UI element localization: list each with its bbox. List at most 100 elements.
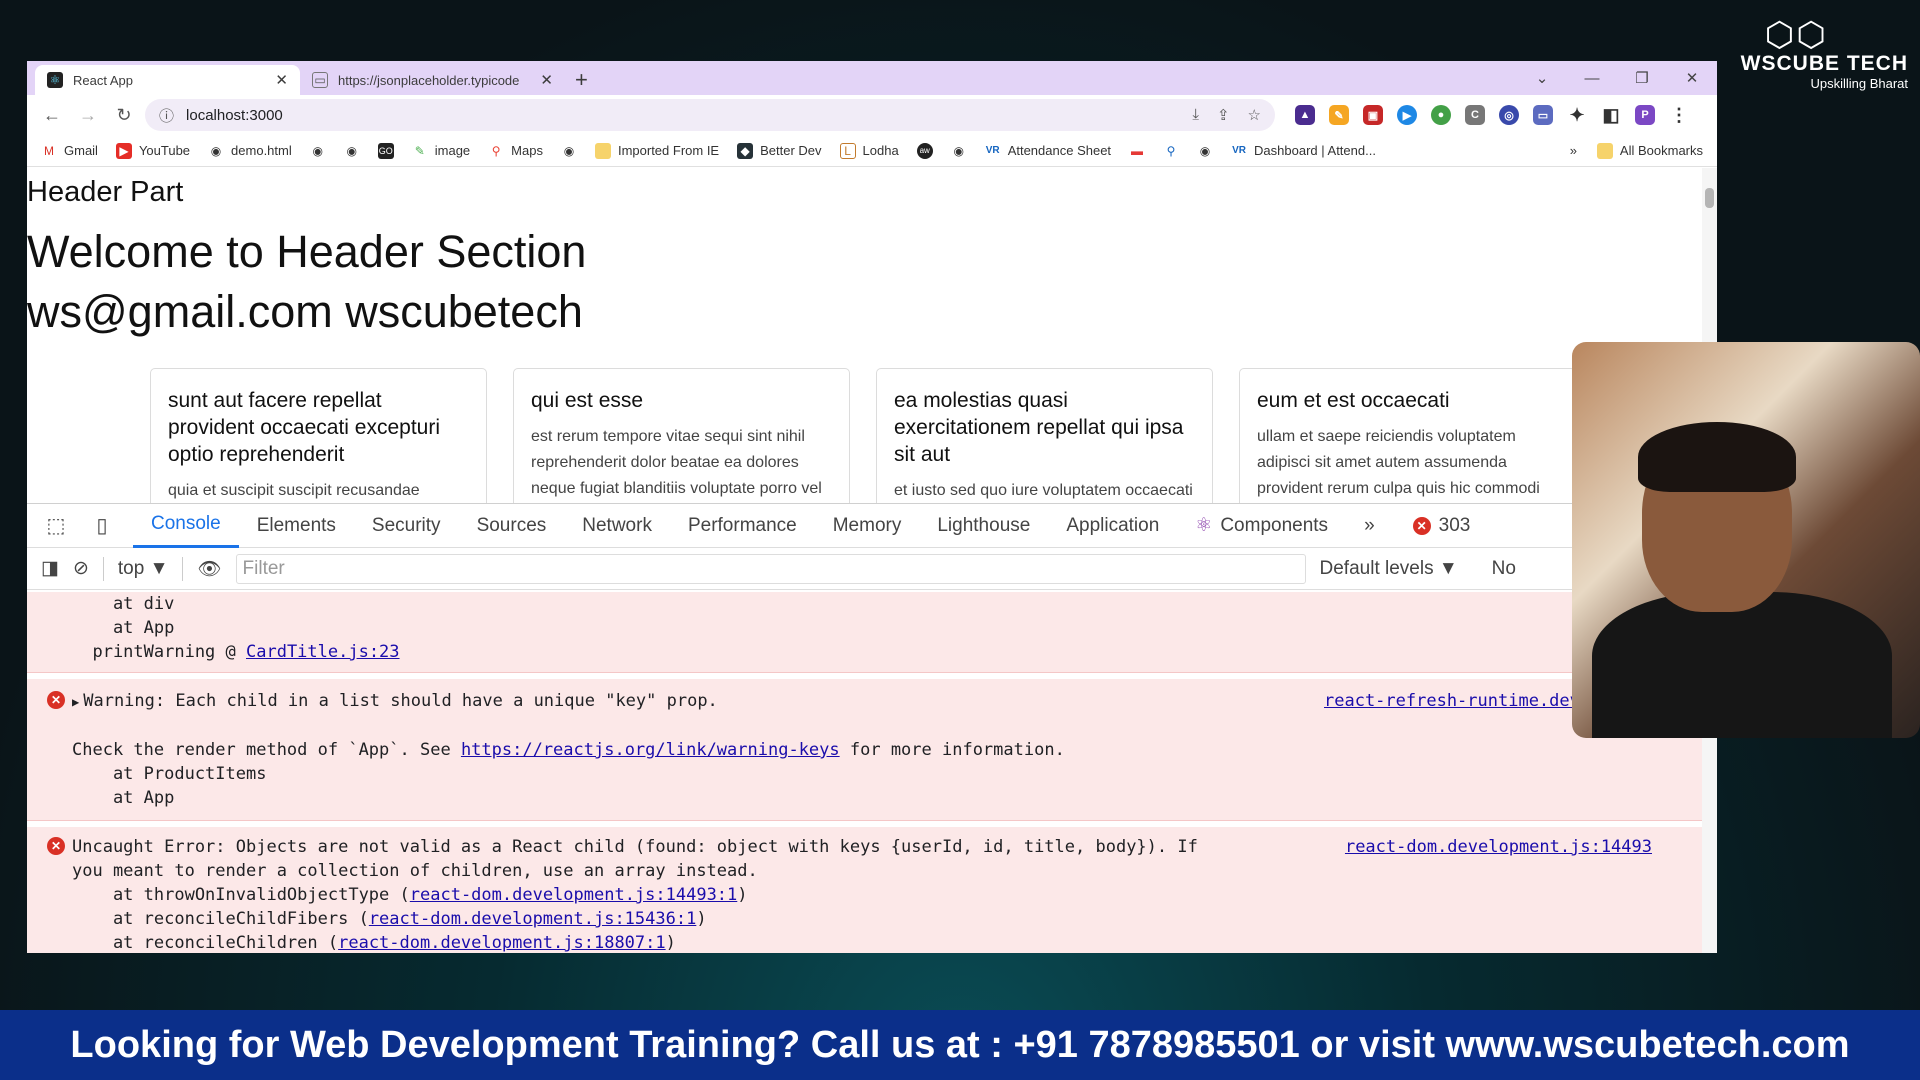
bookmark-attendance[interactable]: VR Attendance Sheet [985,143,1111,159]
bookmark-aw[interactable]: aw [916,142,933,159]
bookmark-globe[interactable]: ◉ [310,143,326,159]
side-panel-icon[interactable]: ◧ [1601,105,1621,125]
bookmark-globe[interactable]: ◉ [561,143,577,159]
close-icon[interactable]: ✕ [275,71,288,89]
install-icon[interactable]: ⤓ [1192,106,1199,124]
star-icon[interactable]: ☆ [1248,106,1261,124]
globe-icon: ◉ [953,143,964,158]
tab-react-app[interactable]: ⚛ React App ✕ [35,65,300,95]
tab-application[interactable]: Application [1048,504,1177,548]
bookmark-search[interactable]: ⚲ [1163,143,1179,159]
puzzle-icon[interactable]: ✦ [1567,105,1587,125]
tab-performance[interactable]: Performance [670,504,815,548]
folder-icon [1596,142,1613,159]
stack-line: at reconcileChildFibers (react-dom.devel… [72,909,707,929]
extension-icon[interactable]: ▭ [1533,105,1553,125]
minimize-button[interactable]: — [1567,61,1617,95]
bookmark-red[interactable]: ▬ [1129,143,1145,159]
vr-icon: VR [985,145,1000,156]
info-icon[interactable]: ⓘ [159,105,174,126]
maximize-button[interactable]: ❐ [1617,61,1667,95]
close-window-button[interactable]: ✕ [1667,61,1717,95]
message-line: you meant to render a collection of chil… [72,861,758,881]
levels-select[interactable]: Default levels ▼ [1320,558,1458,580]
forward-button[interactable]: → [73,100,103,130]
bookmark-globe[interactable]: ◉ [344,143,360,159]
extension-icon[interactable]: ◎ [1499,105,1519,125]
inspect-icon[interactable]: ⬚ [41,513,71,538]
source-link[interactable]: react-dom.development.js:14493 [1345,835,1652,859]
bookmark-dashboard[interactable]: VR Dashboard | Attend... [1231,143,1376,159]
reload-button[interactable]: ↻ [109,100,139,130]
error-counter[interactable]: ✕ 303 [1412,515,1470,537]
bookmark-youtube[interactable]: ▶ YouTube [115,142,190,159]
menu-icon[interactable]: ⋮ [1669,105,1689,125]
extension-icon[interactable]: C [1465,105,1485,125]
all-bookmarks[interactable]: All Bookmarks [1596,142,1703,159]
bookmark-globe[interactable]: ◉ [951,143,967,159]
youtube-icon: ▶ [115,142,132,159]
new-tab-button[interactable]: + [575,65,588,95]
share-icon[interactable]: ⇪ [1217,106,1230,124]
color-picker-icon[interactable]: ✎ [1329,105,1349,125]
device-toolbar-icon[interactable]: ▯ [87,513,117,538]
divider [102,556,104,581]
globe-icon: ◉ [1199,143,1211,158]
bookmark-imported[interactable]: Imported From IE [594,142,719,159]
stack-line: at App [72,788,175,808]
card-list: sunt aut facere repellat provident occae… [150,368,1576,503]
logo-tagline: Upskilling Bharat [1810,76,1908,91]
tab-network[interactable]: Network [564,504,670,548]
extension-icon[interactable]: ▲ [1295,105,1315,125]
expand-arrow-icon[interactable]: ▶ [72,695,79,709]
bookmark-demo[interactable]: ◉ demo.html [208,143,292,159]
extension-icon[interactable]: ▶ [1397,105,1417,125]
clear-console-icon[interactable]: ⊘ [73,557,89,580]
bookmark-globe[interactable]: ◉ [1197,143,1213,159]
source-link[interactable]: react-dom.development.js:18807:1 [338,933,666,953]
tab-sources[interactable]: Sources [459,504,565,548]
extension-icon[interactable]: ▣ [1363,105,1383,125]
message-line: Check the render method of `App`. See ht… [72,740,1065,760]
filter-input[interactable]: Filter [235,553,1306,584]
tab-console[interactable]: Console [133,504,239,548]
aw-icon: aw [916,142,933,159]
react-icon: ⚛ [47,72,63,88]
close-icon[interactable]: ✕ [540,71,553,89]
tab-lighthouse[interactable]: Lighthouse [919,504,1048,548]
context-select[interactable]: top ▼ [118,558,169,580]
window-controls: ⌄ — ❐ ✕ [1517,61,1717,95]
bookmark-gmail[interactable]: M Gmail [41,143,98,159]
tab-security[interactable]: Security [354,504,459,548]
source-link[interactable]: react-dom.development.js:15436:1 [369,909,697,929]
sidebar-toggle-icon[interactable]: ◨ [41,557,59,580]
back-button[interactable]: ← [37,100,67,130]
card-title: ea molestias quasi exercitationem repell… [894,389,1184,466]
error-icon: ✕ [47,691,65,709]
webcam-overlay [1572,342,1920,738]
source-link[interactable]: react-dom.development.js:14493:1 [410,885,738,905]
bookmark-go[interactable]: GO [377,142,394,159]
avatar[interactable]: P [1635,105,1655,125]
bookmark-better-dev[interactable]: ◆ Better Dev [737,142,822,159]
contact-heading: ws@gmail.com wscubetech [27,286,583,337]
tab-search-icon[interactable]: ⌄ [1517,61,1567,95]
scrollbar-thumb[interactable] [1705,188,1714,208]
more-bookmarks-icon[interactable]: » [1570,143,1577,158]
hexagon-logo-icon: ⬡⬡ [1764,16,1828,54]
bookmark-image[interactable]: ✎ image [412,143,470,159]
tab-elements[interactable]: Elements [239,504,354,548]
bookmark-maps[interactable]: ⚲ Maps [488,143,543,159]
more-tabs-button[interactable]: » [1346,504,1393,548]
message-line: ▶ Warning: Each child in a list should ha… [72,691,1672,711]
address-bar[interactable]: ⓘ localhost:3000 ⤓ ⇪ ☆ [145,99,1275,131]
tab-jsonplaceholder[interactable]: ▭ https://jsonplaceholder.typicode ✕ [300,65,565,95]
brush-icon: ✎ [414,143,425,158]
source-link[interactable]: CardTitle.js:23 [246,642,400,662]
bookmark-lodha[interactable]: L Lodha [839,142,899,159]
eye-icon[interactable]: 👁 [197,557,221,581]
docs-link[interactable]: https://reactjs.org/link/warning-keys [461,740,840,760]
tab-memory[interactable]: Memory [815,504,920,548]
tab-components[interactable]: ⚛ Components [1177,504,1346,548]
extension-icon[interactable]: ● [1431,105,1451,125]
